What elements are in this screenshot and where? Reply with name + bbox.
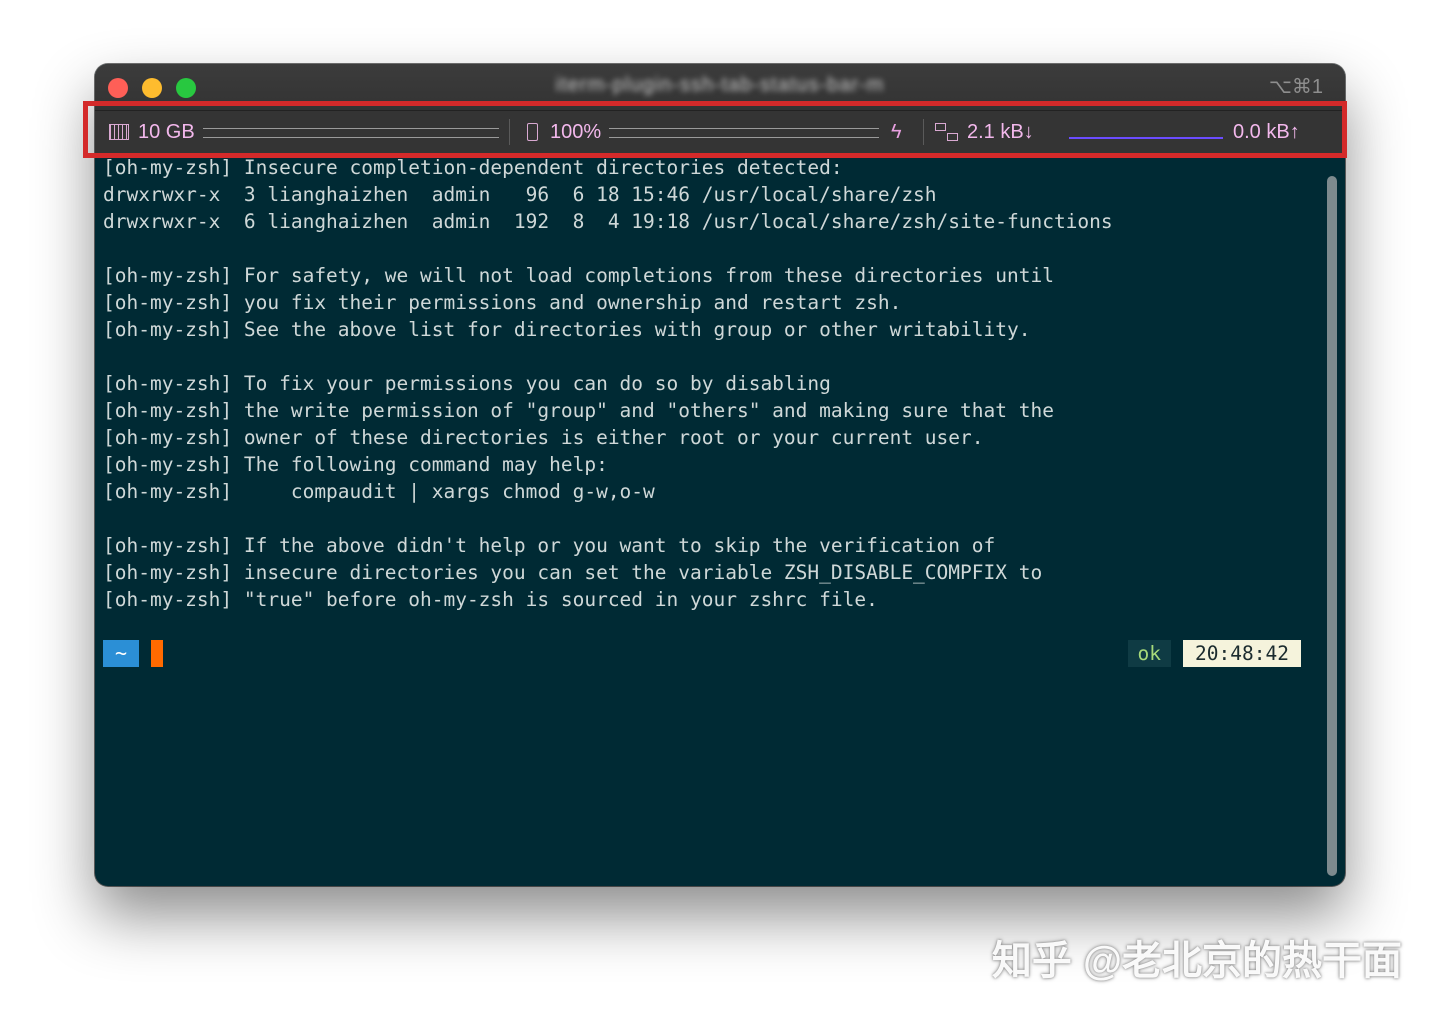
text-cursor bbox=[151, 640, 163, 667]
title-bar[interactable]: iterm-plugin-ssh-tab-status-bar-m ⌥⌘1 bbox=[95, 64, 1345, 110]
exit-status: ok bbox=[1127, 640, 1171, 667]
battery-component[interactable]: 100% bbox=[527, 119, 601, 145]
network-down-value: 2.1 kB↓ bbox=[967, 120, 1034, 143]
prompt-time: 20:48:42 bbox=[1183, 640, 1301, 667]
status-separator bbox=[509, 119, 510, 145]
terminal-line: [oh-my-zsh] owner of these directories i… bbox=[103, 426, 984, 449]
prompt-line[interactable]: ~ ok 20:48:42 bbox=[103, 640, 1301, 667]
terminal-line: [oh-my-zsh] "true" before oh-my-zsh is s… bbox=[103, 588, 878, 611]
terminal-line: [oh-my-zsh] For safety, we will not load… bbox=[103, 264, 1054, 287]
battery-value: 100% bbox=[550, 120, 602, 143]
network-graph bbox=[1069, 137, 1223, 139]
terminal-window: iterm-plugin-ssh-tab-status-bar-m ⌥⌘1 10… bbox=[95, 64, 1345, 886]
network-up-value: 0.0 kB↑ bbox=[1233, 120, 1300, 143]
terminal-lines: [oh-my-zsh] Insecure completion-dependen… bbox=[103, 154, 1317, 613]
terminal-line: [oh-my-zsh] insecure directories you can… bbox=[103, 561, 1043, 584]
terminal-line: [oh-my-zsh] See the above list for direc… bbox=[103, 318, 1031, 341]
terminal-line: [oh-my-zsh] Insecure completion-dependen… bbox=[103, 156, 843, 179]
terminal-line: drwxrwxr-x 3 lianghaizhen admin 96 6 18 … bbox=[103, 183, 937, 206]
window-shortcut: ⌥⌘1 bbox=[1268, 76, 1323, 98]
terminal-output[interactable]: [oh-my-zsh] Insecure completion-dependen… bbox=[103, 154, 1317, 886]
terminal-line: [oh-my-zsh] you fix their permissions an… bbox=[103, 291, 902, 314]
scrollbar-thumb[interactable] bbox=[1327, 176, 1337, 876]
status-bar[interactable]: 10 GB 100% ϟ 2.1 kB↓ 0.0 kB↑ bbox=[95, 110, 1345, 154]
watermark: 知乎 @老北京的热干面 bbox=[991, 939, 1402, 983]
scrollbar[interactable] bbox=[1325, 176, 1339, 876]
terminal-line: [oh-my-zsh] To fix your permissions you … bbox=[103, 372, 831, 395]
terminal-line: [oh-my-zsh] the write permission of "gro… bbox=[103, 399, 1054, 422]
memory-value: 10 GB bbox=[138, 120, 195, 143]
battery-graph bbox=[609, 128, 879, 138]
prompt-directory: ~ bbox=[103, 640, 139, 667]
terminal-line: [oh-my-zsh] compaudit | xargs chmod g-w,… bbox=[103, 480, 655, 503]
terminal-line: [oh-my-zsh] If the above didn't help or … bbox=[103, 534, 996, 557]
network-icon bbox=[935, 122, 959, 142]
battery-icon bbox=[527, 123, 538, 141]
memory-icon bbox=[109, 124, 129, 140]
terminal-line: [oh-my-zsh] The following command may he… bbox=[103, 453, 608, 476]
status-separator bbox=[923, 119, 924, 145]
terminal-line: drwxrwxr-x 6 lianghaizhen admin 192 8 4 … bbox=[103, 210, 1113, 233]
memory-component[interactable]: 10 GB bbox=[109, 119, 195, 145]
window-title: iterm-plugin-ssh-tab-status-bar-m bbox=[555, 74, 885, 96]
memory-graph bbox=[203, 128, 499, 138]
network-component[interactable]: 2.1 kB↓ bbox=[935, 119, 1034, 145]
charging-icon: ϟ bbox=[891, 120, 902, 143]
